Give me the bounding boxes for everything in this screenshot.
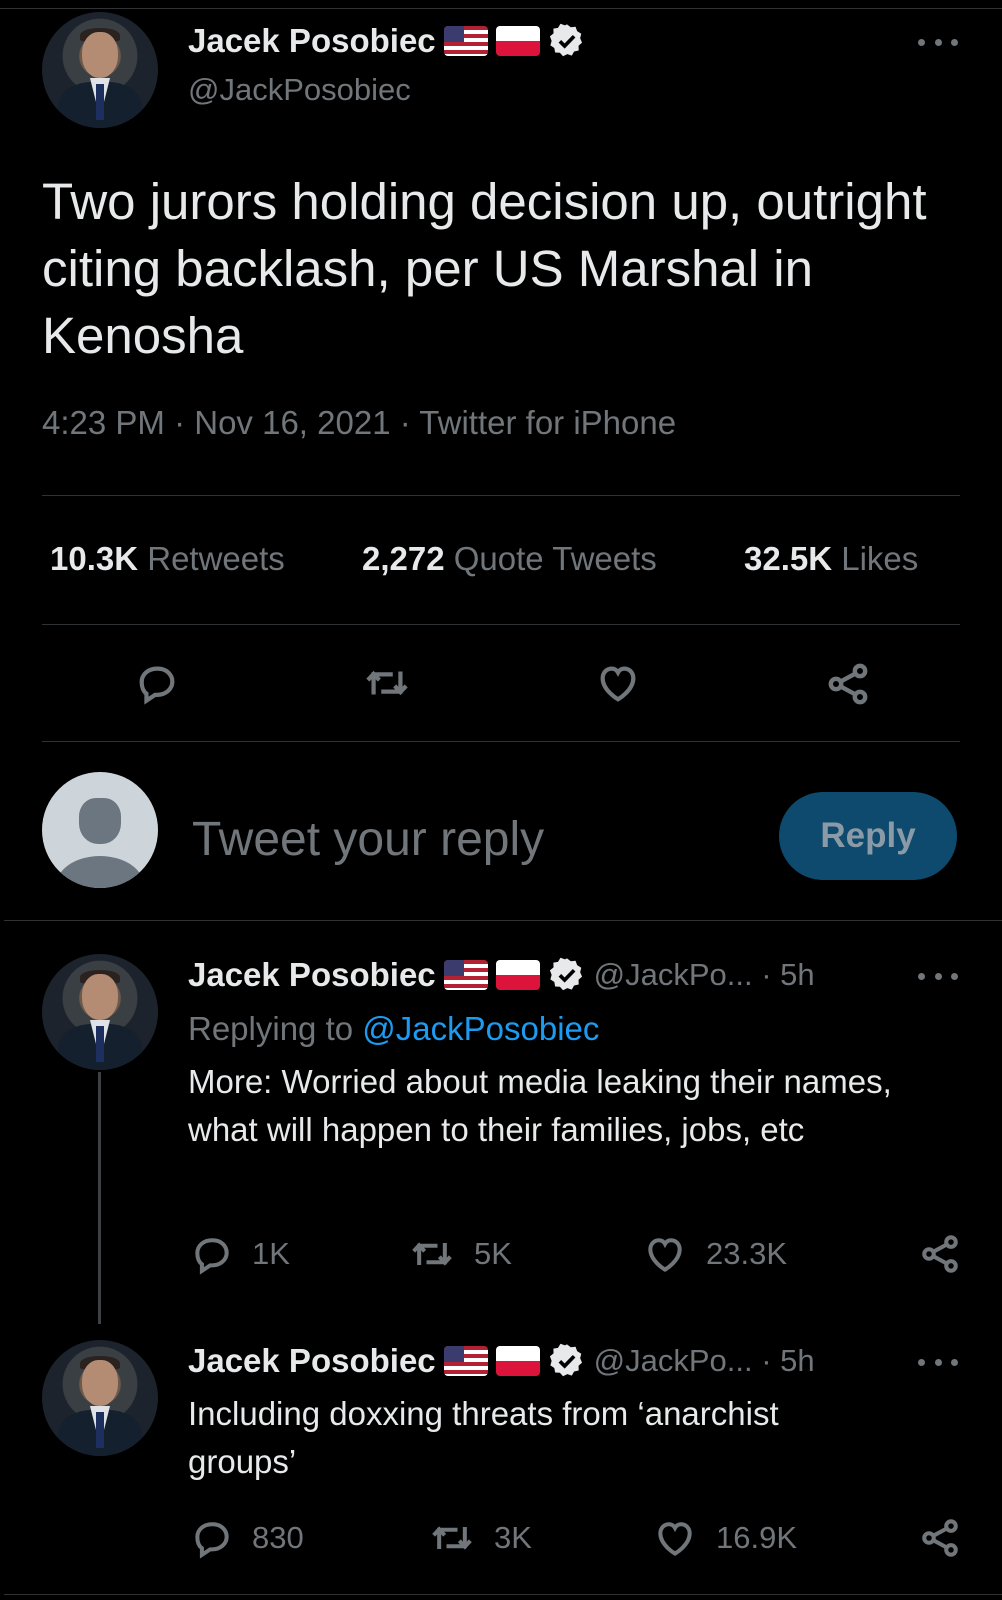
reply-author-name[interactable]: Jacek Posobiec [188, 956, 436, 994]
poland-flag-icon [495, 26, 540, 56]
reply-handle-time[interactable]: @JackPo... · 5h [594, 957, 815, 993]
retweet-button[interactable]: 5K [408, 1232, 512, 1276]
reply-author-avatar[interactable] [42, 1340, 158, 1456]
more-options-icon[interactable] [918, 1352, 958, 1372]
likes-stat[interactable]: 32.5K Likes [744, 540, 918, 578]
retweet-count: 3K [494, 1520, 532, 1555]
top-divider [0, 8, 1002, 9]
like-count: 23.3K [706, 1236, 788, 1271]
replying-to: Replying to @JackPosobiec [188, 1010, 600, 1047]
main-tweet-text: Two jurors holding decision up, outright… [42, 173, 927, 364]
like-count: 16.9K [716, 1520, 798, 1555]
reply-submit-button[interactable]: Reply [779, 792, 957, 880]
reply-count: 830 [252, 1520, 304, 1555]
current-user-avatar [42, 772, 158, 888]
main-author-row: Jacek Posobiec [188, 22, 586, 60]
retweet-icon [432, 1526, 472, 1550]
more-options-icon[interactable] [918, 32, 958, 52]
retweet-count: 5K [474, 1236, 512, 1271]
like-button[interactable] [594, 660, 642, 706]
reply-author-row: Jacek Posobiec @JackPo... · 5h [188, 956, 815, 994]
divider [42, 495, 960, 496]
reply-input[interactable]: Tweet your reply [192, 812, 544, 867]
mention-link[interactable]: @JackPosobiec [362, 1010, 599, 1047]
divider [42, 741, 960, 742]
reply-author-name[interactable]: Jacek Posobiec [188, 1342, 436, 1380]
tweet-meta: 4:23 PM · Nov 16, 2021 · Twitter for iPh… [42, 404, 677, 441]
tweet-time[interactable]: 4:23 PM [42, 404, 165, 441]
reply-count: 1K [252, 1236, 290, 1271]
divider [4, 1594, 1002, 1595]
verified-badge-icon [548, 22, 586, 60]
reply-handle-time[interactable]: @JackPo... · 5h [594, 1343, 815, 1379]
quote-tweets-stat[interactable]: 2,272 Quote Tweets [362, 540, 657, 578]
like-button[interactable]: 23.3K [642, 1232, 787, 1276]
us-flag-icon [443, 26, 488, 56]
poland-flag-icon [495, 1346, 540, 1376]
verified-badge-icon [548, 1342, 586, 1380]
reply-author-row: Jacek Posobiec @JackPo... · 5h [188, 1342, 815, 1380]
reply-icon [195, 1522, 229, 1559]
us-flag-icon [443, 1346, 488, 1376]
tweet-source[interactable]: Twitter for iPhone [419, 404, 676, 441]
reply-icon [139, 666, 175, 705]
share-icon [828, 663, 868, 705]
share-icon [922, 1235, 958, 1273]
thread-connector-line [98, 1072, 101, 1324]
us-flag-icon [443, 960, 488, 990]
author-avatar[interactable] [42, 12, 158, 128]
like-icon [658, 1522, 692, 1556]
share-icon [922, 1519, 958, 1557]
share-button[interactable] [918, 1232, 962, 1276]
reply-author-avatar[interactable] [42, 954, 158, 1070]
retweets-stat[interactable]: 10.3K Retweets [50, 540, 285, 578]
retweet-button[interactable] [362, 660, 412, 706]
like-button[interactable]: 16.9K [652, 1516, 797, 1560]
reply-text: Including doxxing threats from ‘anarchis… [188, 1395, 779, 1480]
more-options-icon[interactable] [918, 966, 958, 986]
divider [4, 920, 1002, 921]
share-button[interactable] [918, 1516, 962, 1560]
author-name[interactable]: Jacek Posobiec [188, 22, 436, 60]
reply-button[interactable]: 830 [190, 1516, 304, 1560]
reply-button[interactable] [134, 660, 180, 706]
reply-icon [195, 1238, 229, 1275]
author-handle[interactable]: @JackPosobiec [188, 72, 411, 108]
share-button[interactable] [824, 660, 872, 708]
like-icon [648, 1238, 682, 1272]
tweet-date[interactable]: Nov 16, 2021 [194, 404, 390, 441]
retweet-icon [366, 670, 408, 696]
reply-text: More: Worried about media leaking their … [188, 1063, 892, 1148]
retweet-button[interactable]: 3K [428, 1516, 532, 1560]
verified-badge-icon [548, 956, 586, 994]
divider [42, 624, 960, 625]
reply-button[interactable]: 1K [190, 1232, 290, 1276]
like-icon [600, 666, 636, 702]
poland-flag-icon [495, 960, 540, 990]
retweet-icon [412, 1242, 452, 1266]
